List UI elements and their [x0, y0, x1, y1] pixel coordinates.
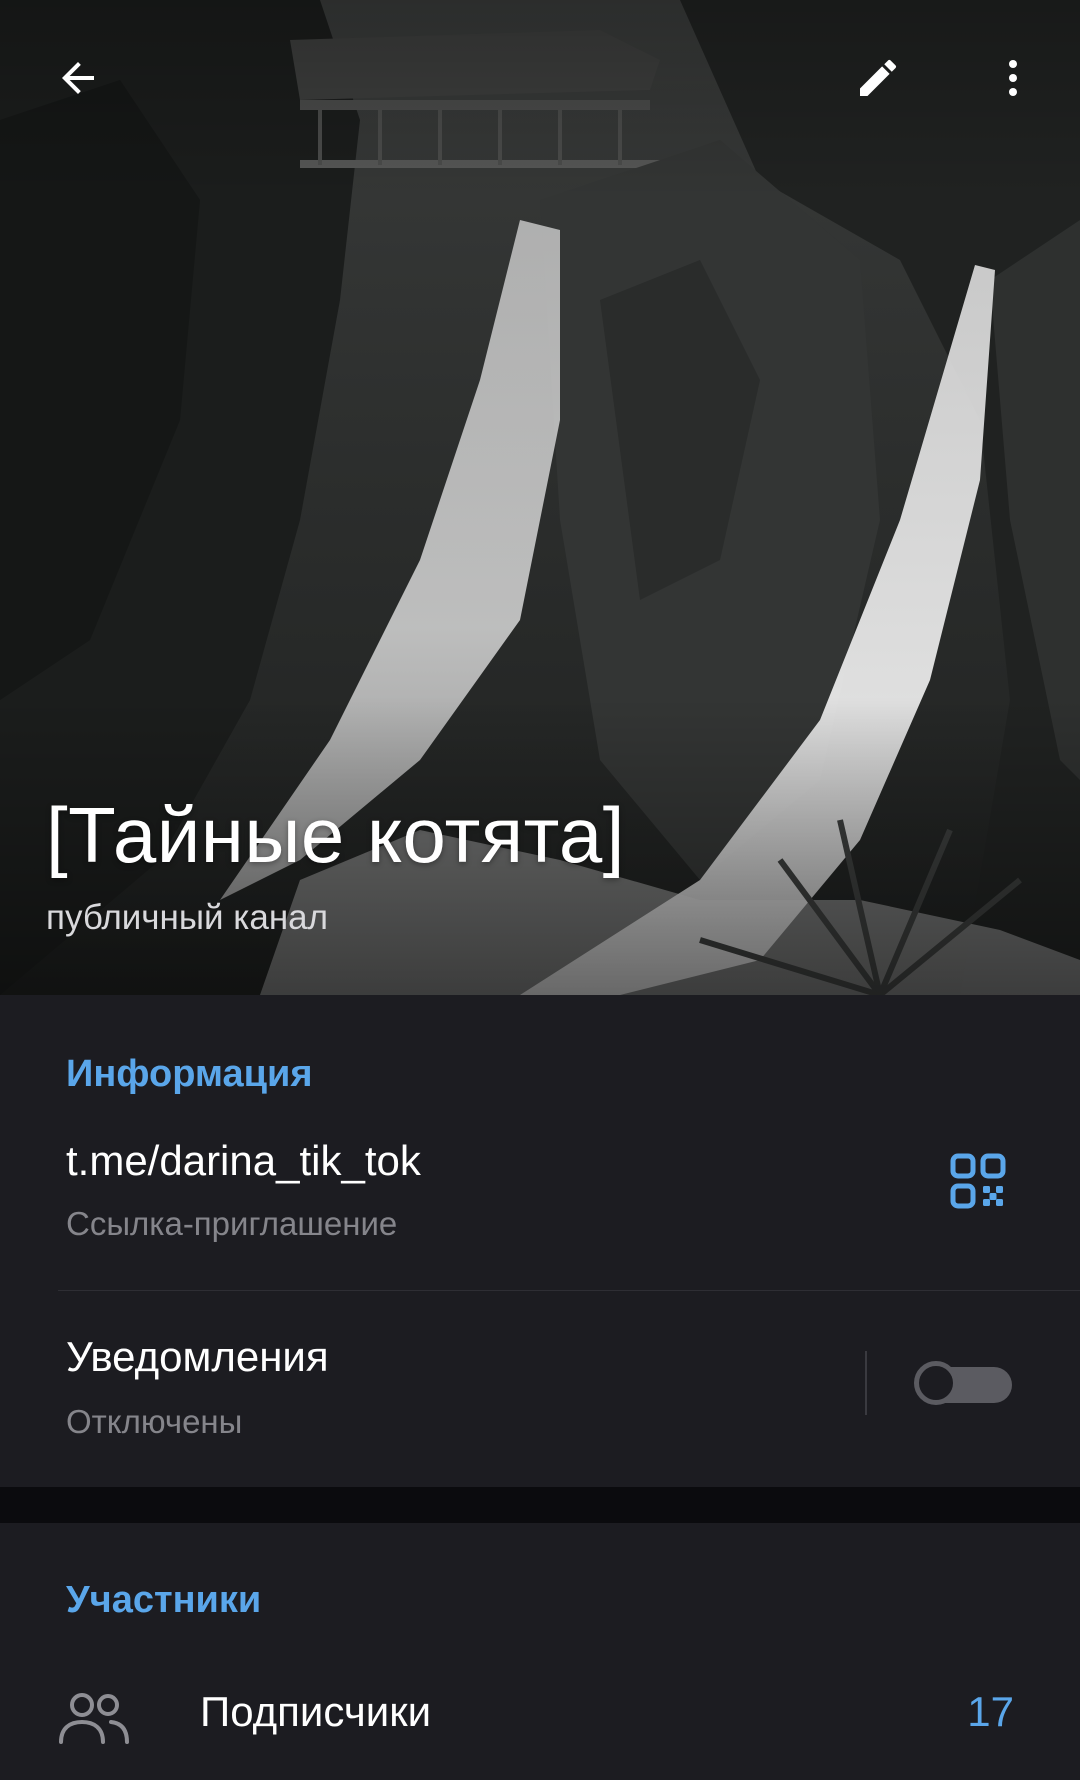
subscribers-row[interactable]: Подписчики 17 — [0, 1658, 1080, 1778]
subscribers-count: 17 — [967, 1688, 1014, 1735]
pencil-icon — [860, 59, 897, 96]
invite-link-value[interactable]: t.me/darina_tik_tok — [66, 1137, 421, 1185]
toggle-knob — [914, 1361, 958, 1405]
notifications-title: Уведомления — [66, 1333, 329, 1380]
invite-link-row[interactable]: t.me/darina_tik_tok Ссылка-приглашение — [0, 1125, 1080, 1287]
members-section-title: Участники — [66, 1579, 262, 1621]
info-section: Информация t.me/darina_tik_tok Ссылка-пр… — [0, 995, 1080, 1487]
back-button[interactable] — [40, 40, 116, 116]
info-section-title: Информация — [66, 1053, 313, 1095]
notifications-status: Отключены — [66, 1403, 243, 1440]
invite-link-label: Ссылка-приглашение — [66, 1205, 398, 1242]
members-section: Участники Подписчики 17 — [0, 1523, 1080, 1780]
notifications-row[interactable]: Уведомления Отключены — [0, 1287, 1080, 1477]
qr-code-icon — [950, 1153, 1006, 1209]
users-icon — [59, 1693, 129, 1744]
subscribers-label: Подписчики — [200, 1688, 432, 1735]
more-options-button[interactable] — [975, 40, 1051, 116]
qr-code-button[interactable] — [950, 1153, 1006, 1209]
channel-header: [Тайные котята] публичный канал — [0, 0, 1080, 995]
section-gap — [0, 1487, 1080, 1523]
channel-type-label: публичный канал — [46, 898, 329, 937]
vertical-separator — [865, 1351, 867, 1415]
channel-title: [Тайные котята] — [46, 791, 625, 879]
notifications-toggle[interactable] — [914, 1361, 1012, 1407]
edit-button[interactable] — [840, 40, 916, 116]
more-vert-icon — [1009, 60, 1017, 96]
arrow-back-icon — [62, 62, 94, 94]
